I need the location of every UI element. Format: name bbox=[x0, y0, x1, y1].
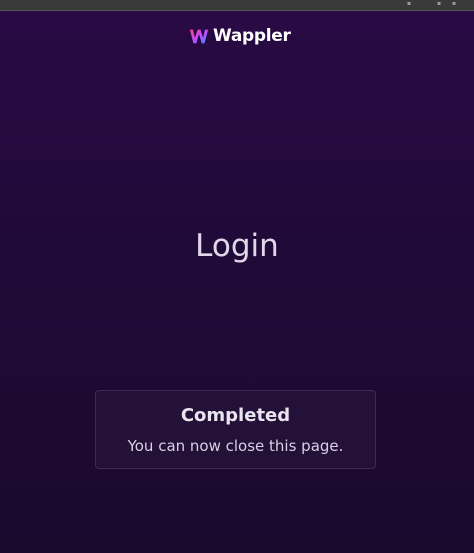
status-message: You can now close this page. bbox=[127, 437, 344, 455]
app-logo: Wappler bbox=[188, 22, 291, 50]
status-card: Completed You can now close this page. bbox=[95, 390, 376, 469]
window-close-icon[interactable]: ▪ bbox=[452, 1, 456, 7]
window-restore-icon[interactable]: ▪ bbox=[437, 1, 441, 7]
page-title: Login bbox=[195, 228, 279, 264]
browser-window: ▪ ▪ ▪ Wappler Login Completed You can no… bbox=[0, 0, 474, 553]
window-titlebar: ▪ ▪ ▪ bbox=[0, 0, 474, 11]
wappler-logo-icon bbox=[189, 29, 209, 44]
logo-text: Wappler bbox=[213, 26, 291, 46]
status-title: Completed bbox=[180, 405, 291, 426]
window-minimize-icon[interactable]: ▪ bbox=[407, 1, 411, 7]
